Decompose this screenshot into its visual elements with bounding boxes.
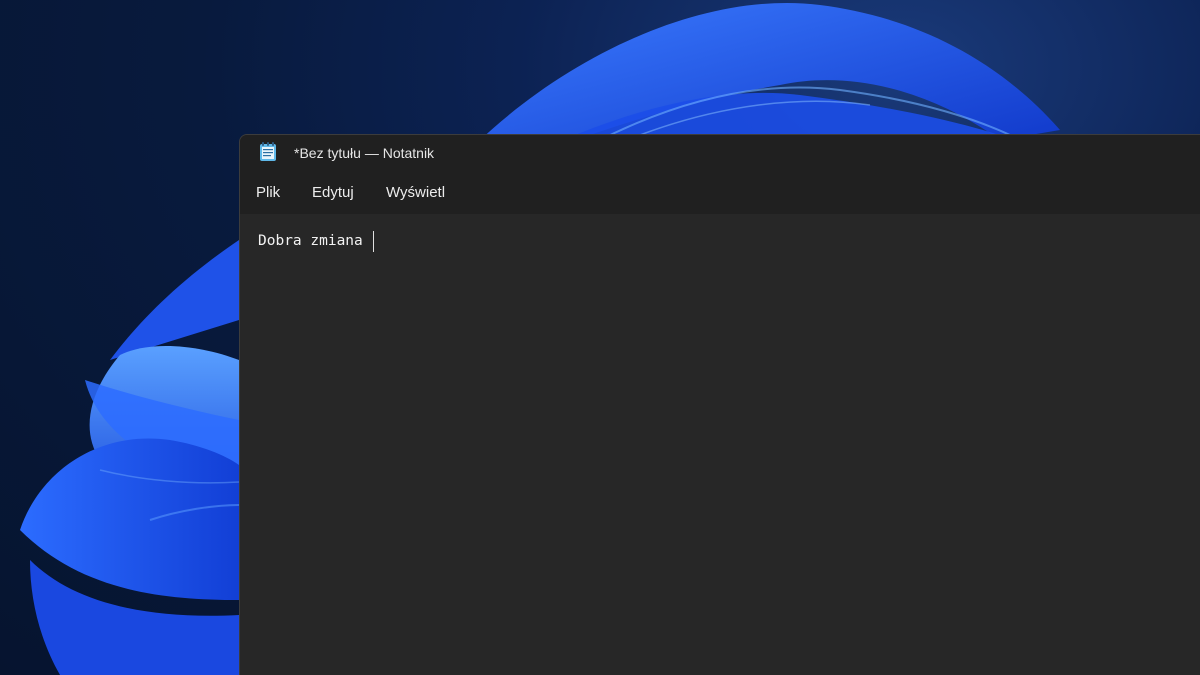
menu-edit[interactable]: Edytuj xyxy=(312,182,354,203)
editor-content: Dobra zmiana xyxy=(258,233,372,249)
window-title: *Bez tytułu — Notatnik xyxy=(294,145,435,161)
menu-bar: Plik Edytuj Wyświetl xyxy=(240,171,1200,214)
notepad-icon xyxy=(260,142,276,161)
text-editor[interactable]: Dobra zmiana xyxy=(240,214,1200,675)
text-caret xyxy=(373,231,374,252)
menu-view[interactable]: Wyświetl xyxy=(386,182,445,203)
notepad-window: *Bez tytułu — Notatnik Plik Edytuj Wyświ… xyxy=(239,134,1200,675)
title-bar[interactable]: *Bez tytułu — Notatnik xyxy=(240,135,1200,171)
menu-file[interactable]: Plik xyxy=(256,182,280,203)
